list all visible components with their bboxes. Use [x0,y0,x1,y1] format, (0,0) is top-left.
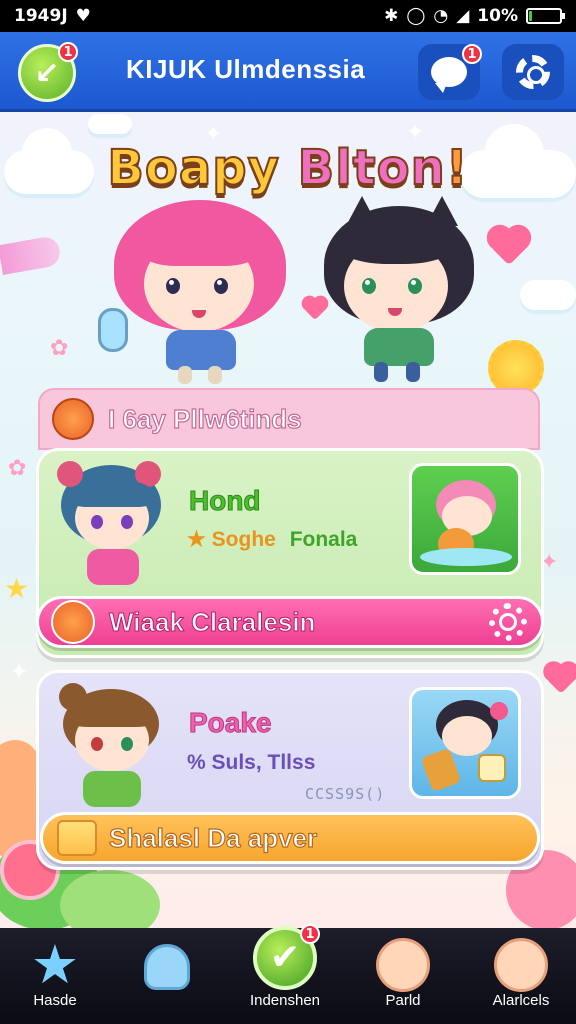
character-traits: % Suls, Tllss [187,751,316,774]
heart-icon [546,664,576,694]
bear-face-icon [376,938,430,992]
battery-icon [526,8,565,24]
star-icon: ★ [4,572,30,605]
bottom-nav: ★ Hasde ✔ 1 Indenshen Parld Alarlcels [0,924,576,1024]
character-thumbnail[interactable] [409,463,521,575]
app-header: ↙ 1 KIJUK Ulmdenssia 1 [0,32,576,112]
alarm-icon: ◯ [406,6,426,26]
hero-title-part1: Boapy [106,139,280,197]
action-label: Wiaak Claralesin [108,606,316,637]
cloud-decoration [520,280,576,310]
nav-item-alarlcels[interactable]: Alarlcels [466,928,576,1024]
nav-label: Hasde [33,992,77,1009]
trait-1: ★ Soghe [187,528,276,551]
arrow-icon: ↙ [34,55,60,91]
fox-icon [52,398,94,440]
character-code: CCSS9S() [305,785,386,803]
notification-badge: 1 [58,42,78,62]
nav-label: Indenshen [249,992,321,1009]
status-bar: 1949J ♥ ✱ ◯ ◔ ◢ 10% [0,0,576,32]
list-header: I 6ay Pllw6tinds [38,388,540,450]
hero-title: Boapy Blton! [0,139,576,197]
sparkle-icon: ✦ [10,660,29,685]
wifi-icon: ◔ [433,6,449,26]
character-name: Hond [189,485,262,517]
page-title: KIJUK Ulmdenssia [126,54,366,84]
list-title: I 6ay Pllw6tinds [107,403,302,434]
hero-title-part3: ! [445,139,469,197]
star-icon: ★ [30,933,80,996]
chat-badge: 1 [462,44,482,64]
bluetooth-icon: ✱ [384,6,399,26]
settings-button[interactable] [502,44,564,100]
character-thumbnail[interactable] [409,687,521,799]
nav-label: Alarlcels [492,992,550,1009]
avatar [57,683,167,813]
flower-icon: ✿ [8,456,27,481]
avatar [57,461,167,591]
character-name: Poake [189,707,272,739]
fox-icon [51,600,95,644]
nav-label: Parld [385,992,421,1009]
gear-icon[interactable] [489,603,527,641]
battery-percent: 10% [477,6,518,26]
card-action-bar[interactable]: Wiaak Claralesin [36,596,544,648]
action-label: Shalasl Da apver [108,822,318,853]
card-action-bar[interactable]: Shalasl Da apver [40,812,540,864]
nav-item-parld[interactable]: Parld [348,928,458,1024]
gift-box-icon [57,820,97,856]
hero-title-part2: Blton [297,139,446,197]
bear-face-icon [494,938,548,992]
cloud-decoration [88,114,132,134]
trait-2: Fonala [289,528,358,551]
gear-icon [516,55,550,89]
horn-decoration [0,235,63,275]
hero-character-pink [98,198,290,388]
nav-badge: 1 [300,924,320,944]
chat-icon [431,57,467,93]
signal-icon: ◢ [456,6,470,26]
hero-character-cat [318,196,488,386]
nav-item-home[interactable]: ★ Hasde [0,928,110,1024]
heart-icon [490,228,528,266]
ghost-icon [144,944,190,990]
flower-icon: ✿ [50,336,69,361]
character-traits: ★ Soghe Fonala [187,527,357,552]
status-time: 1949J [14,6,68,26]
heart-icon: ♥ [75,6,91,26]
nav-item-center[interactable]: ✔ 1 Indenshen [230,924,340,1024]
nav-item-ghost[interactable] [112,928,222,1024]
